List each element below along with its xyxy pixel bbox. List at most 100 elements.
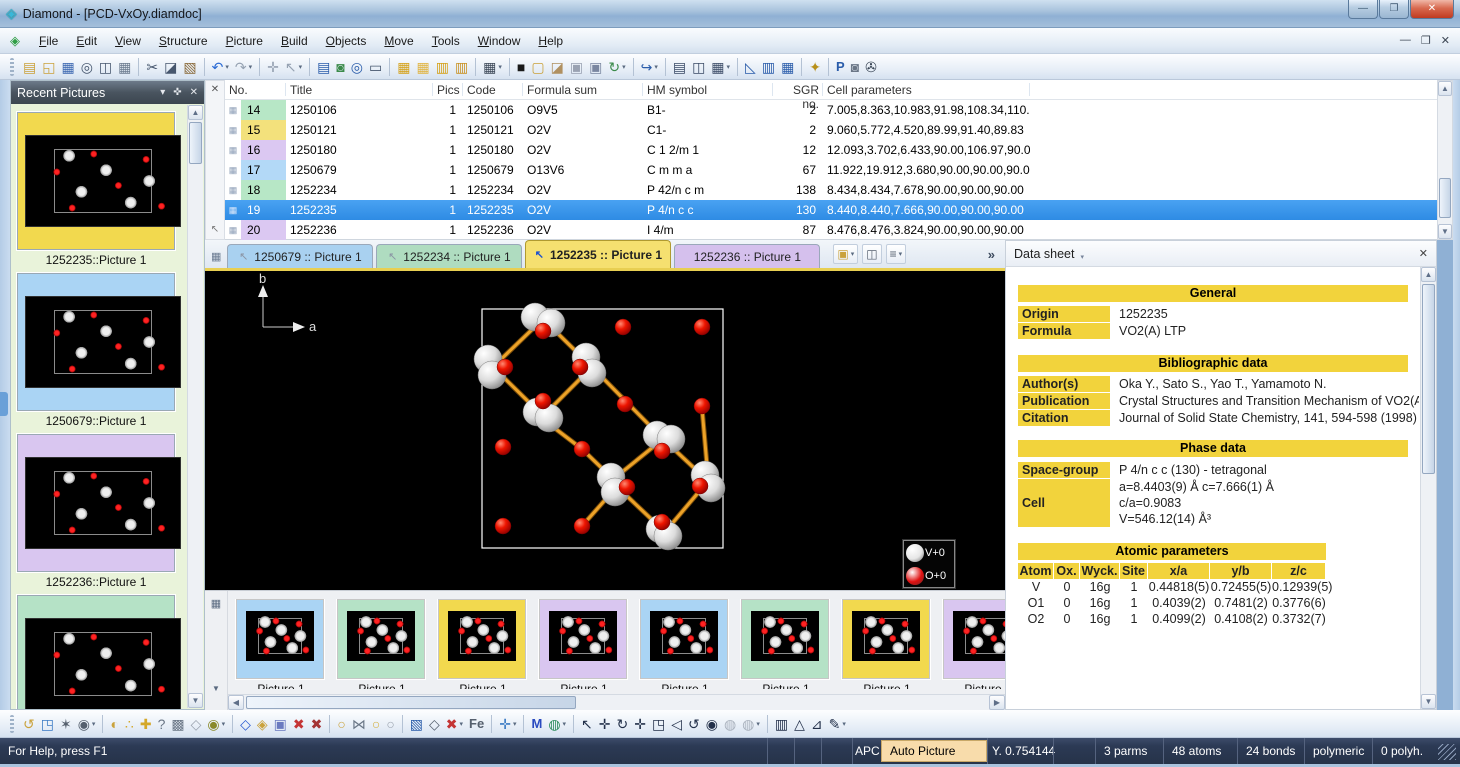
diagram-angle-button[interactable]: ◺: [742, 56, 759, 78]
table-new-button[interactable]: ▦: [394, 56, 413, 78]
menu-help[interactable]: Help: [529, 30, 572, 52]
measure-angles-button[interactable]: △: [791, 713, 808, 735]
picture-list-button[interactable]: ≡▾: [886, 244, 907, 264]
filmstrip-thumbnail[interactable]: Picture 1: [539, 599, 627, 679]
menu-file[interactable]: File: [30, 30, 67, 52]
column-header-sgr-no-[interactable]: SGR no.: [773, 80, 823, 99]
close-pane-icon[interactable]: ✕: [206, 84, 224, 95]
grid-options-button[interactable]: ▦▾: [480, 56, 505, 78]
spin-tool-button[interactable]: ◉: [703, 713, 721, 735]
table-row[interactable]: ▦16125018011250180O2VC 1 2/m 11212.093,3…: [225, 140, 1437, 160]
picture-tab[interactable]: 1252236 :: Picture 1: [674, 244, 820, 268]
save-button[interactable]: ▦: [58, 56, 77, 78]
close-button[interactable]: ✕: [1410, 0, 1454, 19]
dropdown-arrow-icon[interactable]: ▾: [222, 720, 226, 728]
column-header-code[interactable]: Code: [463, 80, 523, 99]
dropdown-arrow-icon[interactable]: ▾: [563, 720, 567, 728]
pan-tool-button[interactable]: ✛: [596, 713, 614, 735]
dropdown-arrow-icon[interactable]: ▾: [842, 720, 846, 728]
menu-picture[interactable]: Picture: [217, 30, 272, 52]
scroll-down-icon[interactable]: ▼: [188, 693, 203, 708]
fe-bonds-button[interactable]: Fe: [466, 713, 487, 735]
picture-tab[interactable]: ↖1250679 :: Picture 1: [227, 244, 373, 268]
pin-icon[interactable]: ✜: [173, 87, 181, 98]
menu-window[interactable]: Window: [469, 30, 530, 52]
child-restore-button[interactable]: ❐: [1421, 34, 1431, 47]
picture-tab[interactable]: ↖1252234 :: Picture 1: [376, 244, 522, 268]
video-record-button[interactable]: ✇: [862, 56, 880, 78]
data-sheet-scrollbar[interactable]: ▲ ▼: [1420, 267, 1436, 709]
column-header-title[interactable]: Title: [286, 80, 433, 99]
column-header-pics[interactable]: Pics: [433, 80, 463, 99]
scroll-up-icon[interactable]: ▲: [1438, 81, 1452, 96]
view-rotate-button[interactable]: ◎: [348, 56, 366, 78]
diagram-table-button[interactable]: ▦: [778, 56, 797, 78]
scroll-down-icon[interactable]: ▼: [1438, 224, 1452, 239]
picture-save-button[interactable]: ▣: [586, 56, 605, 78]
minimize-button[interactable]: —: [1348, 0, 1378, 19]
fill-polyhedron-button[interactable]: ◐: [107, 713, 121, 735]
delete-polyhedra-button[interactable]: ✖: [290, 713, 308, 735]
child-close-button[interactable]: ✕: [1441, 34, 1450, 47]
angle-tool-button[interactable]: ◁: [668, 713, 685, 735]
bond-lattice-button[interactable]: ⋈: [349, 713, 369, 735]
pan-hand-button[interactable]: ✛: [264, 56, 282, 78]
print-preview-button[interactable]: ◫: [96, 56, 115, 78]
dropdown-arrow-icon[interactable]: ▾: [92, 720, 96, 728]
picture-sync-button[interactable]: ↻▾: [605, 56, 628, 78]
find-button[interactable]: ◎: [78, 56, 96, 78]
table-highlight-button[interactable]: ▦: [413, 56, 432, 78]
table-header-row[interactable]: No.TitlePicsCodeFormula sumHM symbolSGR …: [225, 80, 1437, 100]
copy-button[interactable]: ◪: [161, 56, 180, 78]
cell-edges-button[interactable]: ▧: [407, 713, 426, 735]
recent-scrollbar[interactable]: ▲ ▼: [187, 105, 203, 708]
view-split-button[interactable]: ◫: [689, 56, 708, 78]
filmstrip-thumbnail[interactable]: Picture 1: [438, 599, 526, 679]
dropdown-arrow-icon[interactable]: ▾: [498, 63, 502, 71]
view-text-button[interactable]: ▤: [670, 56, 689, 78]
create-bond-button[interactable]: ○: [334, 713, 348, 735]
dropdown-arrow-icon[interactable]: ▾: [756, 720, 760, 728]
filmstrip-thumbnail[interactable]: Picture 1: [741, 599, 829, 679]
redo-button[interactable]: ↷▾: [232, 56, 255, 78]
undo-button[interactable]: ↶▾: [209, 56, 232, 78]
recent-thumbnail[interactable]: [17, 595, 175, 709]
table-import-button[interactable]: ▥: [433, 56, 452, 78]
sphere-style-button[interactable]: ◍▾: [545, 713, 569, 735]
dropdown-arrow-icon[interactable]: ▾: [622, 63, 626, 71]
track-2-button[interactable]: ◍▾: [739, 713, 763, 735]
column-header-cell-parameters[interactable]: Cell parameters: [823, 80, 1030, 99]
insert-atom-button[interactable]: ✚: [137, 713, 155, 735]
build-quick-button[interactable]: ✶: [57, 713, 75, 735]
diagram-powder-button[interactable]: ▥: [759, 56, 778, 78]
recent-thumbnail[interactable]: [17, 273, 175, 411]
ring-search-button[interactable]: ○: [369, 713, 383, 735]
scroll-thumb[interactable]: [246, 696, 576, 709]
dropdown-arrow-icon[interactable]: ▾: [899, 250, 903, 258]
update-picture-button[interactable]: ↺: [20, 713, 38, 735]
connect-atoms-button[interactable]: ▩: [168, 713, 187, 735]
powder-pattern-button[interactable]: P: [833, 56, 848, 78]
structure-viewport[interactable]: ba V+0O+0: [205, 271, 1005, 590]
export-picture-button[interactable]: ↪▾: [638, 56, 661, 78]
paste-button[interactable]: ▧: [180, 56, 199, 78]
view-table-button[interactable]: ▦▾: [708, 56, 733, 78]
dropdown-arrow-icon[interactable]: ▾: [225, 63, 229, 71]
filmstrip-thumbnail[interactable]: Picture 1: [236, 599, 324, 679]
scroll-thumb[interactable]: [1422, 284, 1435, 474]
picture-new-button[interactable]: ▢: [528, 56, 547, 78]
tab-grid-icon[interactable]: ▦: [211, 250, 221, 263]
print-button[interactable]: ▦: [115, 56, 134, 78]
view-refresh-button[interactable]: ◙: [333, 56, 347, 78]
filmstrip-thumbnail[interactable]: Picture 1: [943, 599, 1005, 679]
dropdown-arrow-icon[interactable]: ▾: [513, 720, 517, 728]
preview-window-button[interactable]: ◙: [848, 56, 862, 78]
dropdown-arrow-icon[interactable]: ▾: [249, 63, 253, 71]
measure-distances-button[interactable]: ▥: [772, 713, 791, 735]
new-picture-button[interactable]: ▣▾: [833, 244, 858, 264]
scroll-down-icon[interactable]: ▼: [1421, 694, 1436, 709]
menu-build[interactable]: Build: [272, 30, 317, 52]
select-pointer-button[interactable]: ↖▾: [282, 56, 305, 78]
tab-overflow-chevron[interactable]: »: [988, 247, 995, 262]
data-sheet-header[interactable]: Data sheet ▾ ✕: [1006, 241, 1436, 267]
